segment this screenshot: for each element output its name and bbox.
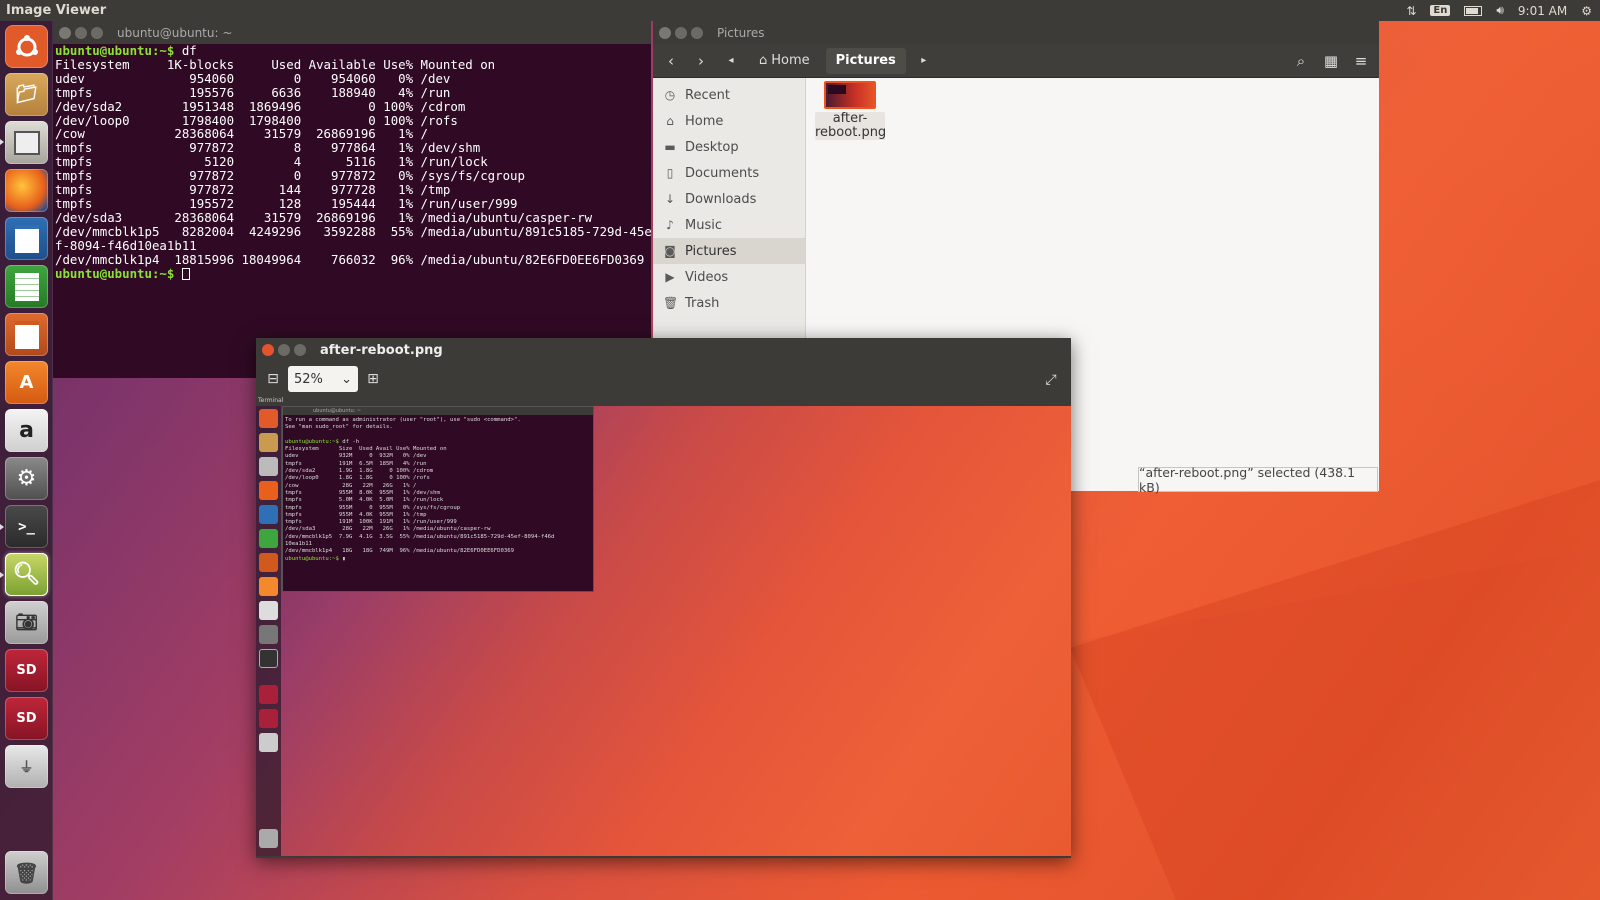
sidebar-item-music[interactable]: ♪ Music: [653, 212, 805, 238]
launcher-running-indicator: [0, 524, 4, 530]
music-icon: ♪: [666, 218, 674, 232]
path-right-arrow-icon[interactable]: ▸: [912, 49, 936, 73]
clock-icon: ◷: [664, 88, 676, 102]
file-cabinet-icon[interactable]: [5, 121, 48, 164]
terminal-icon[interactable]: >_: [5, 505, 48, 548]
chevron-down-icon: ⌄: [341, 371, 352, 387]
sidebar-item-videos[interactable]: ▶ Videos: [653, 264, 805, 290]
software-center-icon[interactable]: A: [5, 361, 48, 404]
window-title: ubuntu@ubuntu: ~: [117, 25, 233, 40]
image-viewer-icon[interactable]: 🔍︎: [5, 553, 48, 596]
trash-icon[interactable]: 🗑︎: [5, 851, 48, 894]
sidebar-item-recent[interactable]: ◷ Recent: [653, 82, 805, 108]
firefox-icon[interactable]: [5, 169, 48, 212]
minimize-button[interactable]: [278, 344, 290, 356]
sd-card-icon[interactable]: SD: [5, 697, 48, 740]
close-button[interactable]: [262, 344, 274, 356]
system-settings-icon[interactable]: ⚙: [5, 457, 48, 500]
camera-icon: ◙: [664, 244, 676, 258]
sidebar-item-trash[interactable]: 🗑︎ Trash: [653, 290, 805, 316]
maximize-button[interactable]: [691, 26, 703, 39]
terminal-window[interactable]: ubuntu@ubuntu: ~ ubuntu@ubuntu:~$ df Fil…: [53, 21, 651, 378]
grid-view-icon[interactable]: ▦: [1319, 49, 1343, 73]
sidebar-item-pictures[interactable]: ◙ Pictures: [653, 238, 805, 264]
fullscreen-icon[interactable]: ⤢: [1039, 368, 1063, 392]
selection-status: “after-reboot.png” selected (438.1 kB): [1138, 465, 1378, 495]
file-item[interactable]: after- reboot.png: [815, 81, 887, 140]
camera-icon[interactable]: 📷︎: [5, 601, 48, 644]
breadcrumb-pictures[interactable]: Pictures: [825, 47, 906, 74]
indicators: ⇅ En 🔊︎ 9:01 AM ⚙: [1406, 0, 1600, 21]
download-icon: ↓: [664, 192, 676, 206]
close-button[interactable]: [59, 26, 71, 39]
maximize-button[interactable]: [294, 344, 306, 356]
menu-icon[interactable]: ≡: [1349, 49, 1373, 73]
image-topbar: Terminal: [256, 396, 1071, 406]
launcher-running-indicator: [0, 572, 4, 578]
trash-icon: 🗑︎: [663, 296, 679, 310]
launcher-running-indicator: [0, 139, 4, 145]
maximize-button[interactable]: [91, 26, 103, 39]
files-icon[interactable]: 📁︎: [5, 73, 48, 116]
minimize-button[interactable]: [75, 26, 87, 39]
amazon-icon[interactable]: a: [5, 409, 48, 452]
window-title: after-reboot.png: [320, 342, 443, 358]
path-left-arrow-icon[interactable]: ◂: [719, 49, 743, 73]
launcher: 📁︎ A a ⚙ >_ 🔍︎ 📷︎ SD SD ⏚ 🗑︎: [0, 21, 53, 900]
keyboard-layout-indicator[interactable]: En: [1430, 5, 1451, 16]
files-toolbar: ‹ › ◂ ⌂ Home Pictures ▸: [653, 44, 1379, 78]
zoom-out-icon[interactable]: ⊟: [262, 368, 284, 390]
clock[interactable]: 9:01 AM: [1518, 4, 1567, 18]
home-icon: ⌂: [759, 53, 768, 68]
terminal-command: df: [174, 43, 197, 58]
sidebar-item-documents[interactable]: ▯ Documents: [653, 160, 805, 186]
writer-icon[interactable]: [5, 217, 48, 260]
sidebar-item-home[interactable]: ⌂ Home: [653, 108, 805, 134]
viewer-titlebar[interactable]: after-reboot.png: [256, 338, 1071, 362]
usb-drive-icon[interactable]: ⏚: [5, 745, 48, 788]
search-icon[interactable]: ⌕: [1289, 49, 1313, 73]
close-button[interactable]: [659, 26, 671, 39]
minimize-button[interactable]: [675, 26, 687, 39]
image-terminal: ubuntu@ubuntu: ~ To run a command as adm…: [282, 406, 594, 592]
ubuntu-logo-icon[interactable]: [5, 25, 48, 68]
displayed-image[interactable]: Terminal ubuntu@ubuntu: ~ To run a comma…: [256, 396, 1071, 856]
zoom-select[interactable]: 52% ⌄: [288, 366, 358, 392]
video-icon: ▶: [665, 270, 675, 284]
folder-icon: ▬: [664, 140, 676, 154]
impress-icon[interactable]: [5, 313, 48, 356]
volume-icon[interactable]: 🔊︎: [1496, 3, 1504, 18]
back-icon[interactable]: ‹: [659, 49, 683, 73]
image-thumbnail: [824, 81, 876, 109]
settings-gear-icon[interactable]: ⚙: [1581, 4, 1592, 18]
terminal-cursor: [181, 267, 190, 280]
top-panel: Image Viewer ⇅ En 🔊︎ 9:01 AM ⚙: [0, 0, 1600, 21]
zoom-in-icon[interactable]: ⊞: [362, 368, 384, 390]
terminal-titlebar[interactable]: ubuntu@ubuntu: ~: [53, 21, 651, 44]
file-name: after- reboot.png: [815, 111, 887, 140]
sd-card-icon[interactable]: SD: [5, 649, 48, 692]
sidebar-item-desktop[interactable]: ▬ Desktop: [653, 134, 805, 160]
df-output: Filesystem 1K-blocks Used Available Use%…: [55, 56, 651, 267]
image-viewer-window[interactable]: after-reboot.png ⊟ 52% ⌄ ⊞ ⤢ Terminal ubu…: [256, 338, 1071, 858]
breadcrumb-home[interactable]: ⌂ Home: [749, 48, 820, 74]
sidebar-item-downloads[interactable]: ↓ Downloads: [653, 186, 805, 212]
files-titlebar[interactable]: Pictures: [653, 21, 1379, 44]
battery-icon[interactable]: [1464, 5, 1483, 16]
calc-icon[interactable]: [5, 265, 48, 308]
terminal-prompt: ubuntu@ubuntu:~$: [55, 265, 175, 281]
app-title: Image Viewer: [6, 3, 107, 18]
document-icon: ▯: [666, 166, 674, 180]
image-launcher: [256, 406, 281, 856]
terminal-prompt: ubuntu@ubuntu:~$: [55, 43, 175, 58]
viewer-toolbar: ⊟ 52% ⌄ ⊞: [256, 362, 1071, 396]
terminal-output[interactable]: ubuntu@ubuntu:~$ df Filesystem 1K-blocks…: [53, 44, 651, 280]
window-title: Pictures: [717, 25, 765, 40]
home-icon: ⌂: [666, 114, 674, 128]
forward-icon[interactable]: ›: [689, 49, 713, 73]
network-icon[interactable]: ⇅: [1406, 4, 1416, 18]
